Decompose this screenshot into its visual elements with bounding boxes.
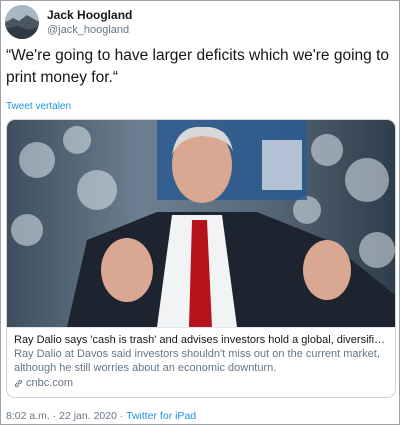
avatar[interactable]: [5, 5, 39, 39]
tweet-footer: 8:02 a.m. · 22 jan. 2020 · Twitter for i…: [6, 410, 196, 422]
link-card[interactable]: Ray Dalio says 'cash is trash' and advis…: [6, 119, 396, 398]
footer-separator: ·: [52, 410, 57, 422]
author-name[interactable]: Jack Hoogland: [47, 8, 132, 23]
link-icon: [14, 379, 23, 388]
tweet-date[interactable]: 22 jan. 2020: [59, 410, 117, 422]
card-meta: Ray Dalio says 'cash is trash' and advis…: [7, 327, 395, 397]
card-domain-text: cnbc.com: [26, 377, 74, 389]
card-description: Ray Dalio at Davos said investors should…: [14, 348, 380, 374]
footer-separator-2: ·: [119, 410, 124, 422]
card-domain[interactable]: cnbc.com: [14, 377, 388, 390]
card-title[interactable]: Ray Dalio says 'cash is trash' and advis…: [14, 333, 388, 347]
tweet-text: “We're going to have larger deficits whi…: [6, 47, 389, 86]
tweet-container: Jack Hoogland @jack_hoogland “We're goin…: [0, 0, 400, 425]
card-image[interactable]: [7, 120, 395, 327]
tweet-source[interactable]: Twitter for iPad: [126, 410, 196, 422]
author-handle[interactable]: @jack_hoogland: [47, 23, 132, 37]
translate-link[interactable]: Tweet vertalen: [6, 101, 71, 112]
tweet-time[interactable]: 8:02 a.m.: [6, 410, 50, 422]
tweet-header: Jack Hoogland @jack_hoogland: [5, 5, 132, 39]
